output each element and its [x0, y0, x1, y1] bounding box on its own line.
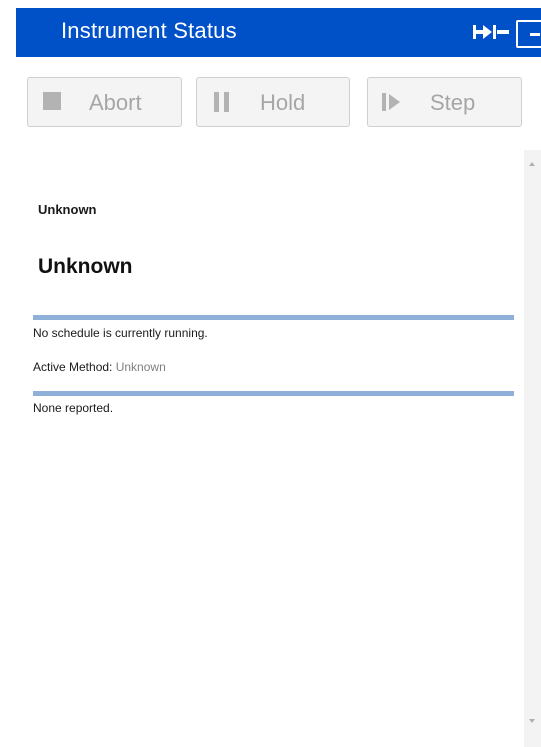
abort-button[interactable]: Abort — [27, 77, 182, 127]
minimize-icon — [530, 33, 540, 36]
active-method-label: Active Method: — [33, 360, 113, 374]
status-heading: Unknown — [38, 255, 133, 278]
hold-button-label: Hold — [260, 90, 306, 115]
pin-icon[interactable] — [472, 22, 512, 42]
scroll-down-arrow-icon[interactable] — [529, 719, 535, 723]
step-button[interactable]: Step — [367, 77, 522, 127]
minimize-button[interactable] — [516, 20, 541, 48]
active-method-value: Unknown — [115, 360, 166, 374]
title-bar: Instrument Status — [16, 8, 541, 57]
section-divider — [33, 315, 514, 320]
status-subheading: Unknown — [38, 202, 97, 217]
step-forward-icon — [382, 93, 400, 111]
pause-icon — [214, 92, 230, 112]
scroll-up-arrow-icon[interactable] — [529, 162, 535, 166]
status-content: Unknown Unknown No schedule is currently… — [27, 150, 517, 747]
stop-square-icon — [43, 92, 61, 110]
active-method-row: Active Method: Unknown — [33, 360, 166, 374]
section-divider — [33, 391, 514, 396]
hold-button[interactable]: Hold — [196, 77, 350, 127]
reported-text: None reported. — [33, 401, 114, 415]
schedule-status-text: No schedule is currently running. — [33, 326, 208, 340]
instrument-status-panel: Instrument Status Abort Hold Step Unknow… — [0, 0, 541, 747]
abort-button-label: Abort — [89, 90, 142, 115]
vertical-scrollbar[interactable] — [524, 150, 541, 747]
panel-title: Instrument Status — [61, 18, 237, 43]
step-button-label: Step — [430, 90, 476, 115]
